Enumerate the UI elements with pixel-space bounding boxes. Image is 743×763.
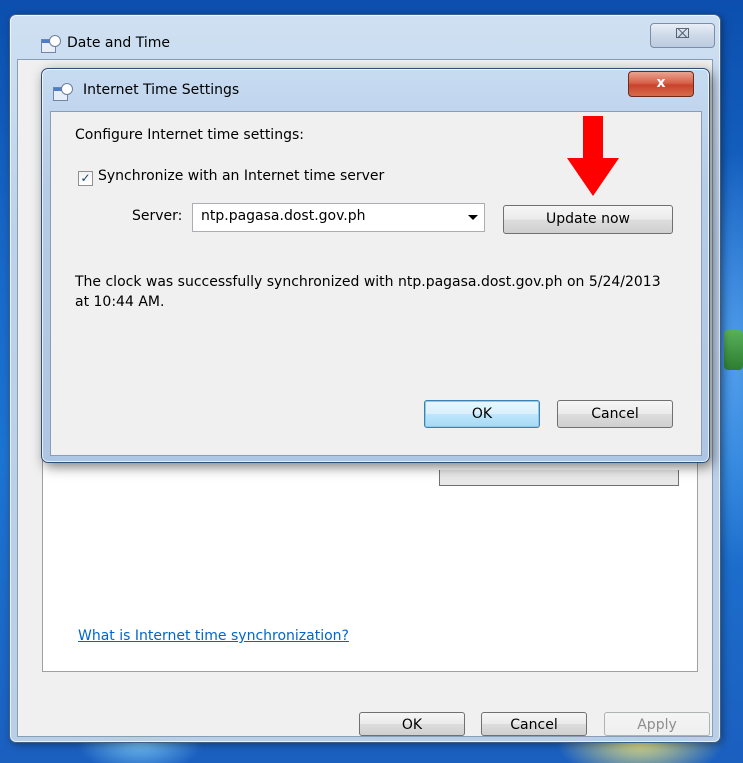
cancel-button[interactable]: Cancel [481,712,587,736]
server-value[interactable]: ntp.pagasa.dost.gov.ph [201,208,366,224]
change-settings-button[interactable] [439,470,679,486]
server-label: Server: [132,208,183,224]
chevron-down-icon[interactable] [468,215,478,220]
close-icon: ⌧ [675,27,690,42]
red-arrow-icon [567,116,619,196]
desktop-gadget-edge [724,330,743,370]
dialog-ok-button[interactable]: OK [424,400,540,428]
close-icon: x [656,75,666,91]
settings-heading: Configure Internet time settings: [75,127,304,143]
date-time-icon [53,83,73,101]
ok-button[interactable]: OK [359,712,465,736]
sync-checkbox[interactable]: ✓ [78,171,93,186]
close-button[interactable]: ⌧ [650,23,715,48]
server-combobox[interactable]: ntp.pagasa.dost.gov.ph [192,203,485,232]
sync-checkbox-label[interactable]: Synchronize with an Internet time server [98,168,384,184]
date-time-icon [41,35,61,53]
apply-button[interactable]: Apply [604,712,710,736]
internet-time-help-link[interactable]: What is Internet time synchronization? [78,628,349,644]
dialog-title: Internet Time Settings [83,82,240,98]
window-title: Date and Time [67,35,170,51]
sync-status-message: The clock was successfully synchronized … [75,274,661,310]
dialog-cancel-button[interactable]: Cancel [557,400,673,428]
checkmark-icon: ✓ [80,171,91,185]
update-now-button[interactable]: Update now [503,205,673,234]
date-and-time-titlebar[interactable]: Date and Time ⌧ [10,15,720,59]
dialog-close-button[interactable]: x [628,71,694,97]
